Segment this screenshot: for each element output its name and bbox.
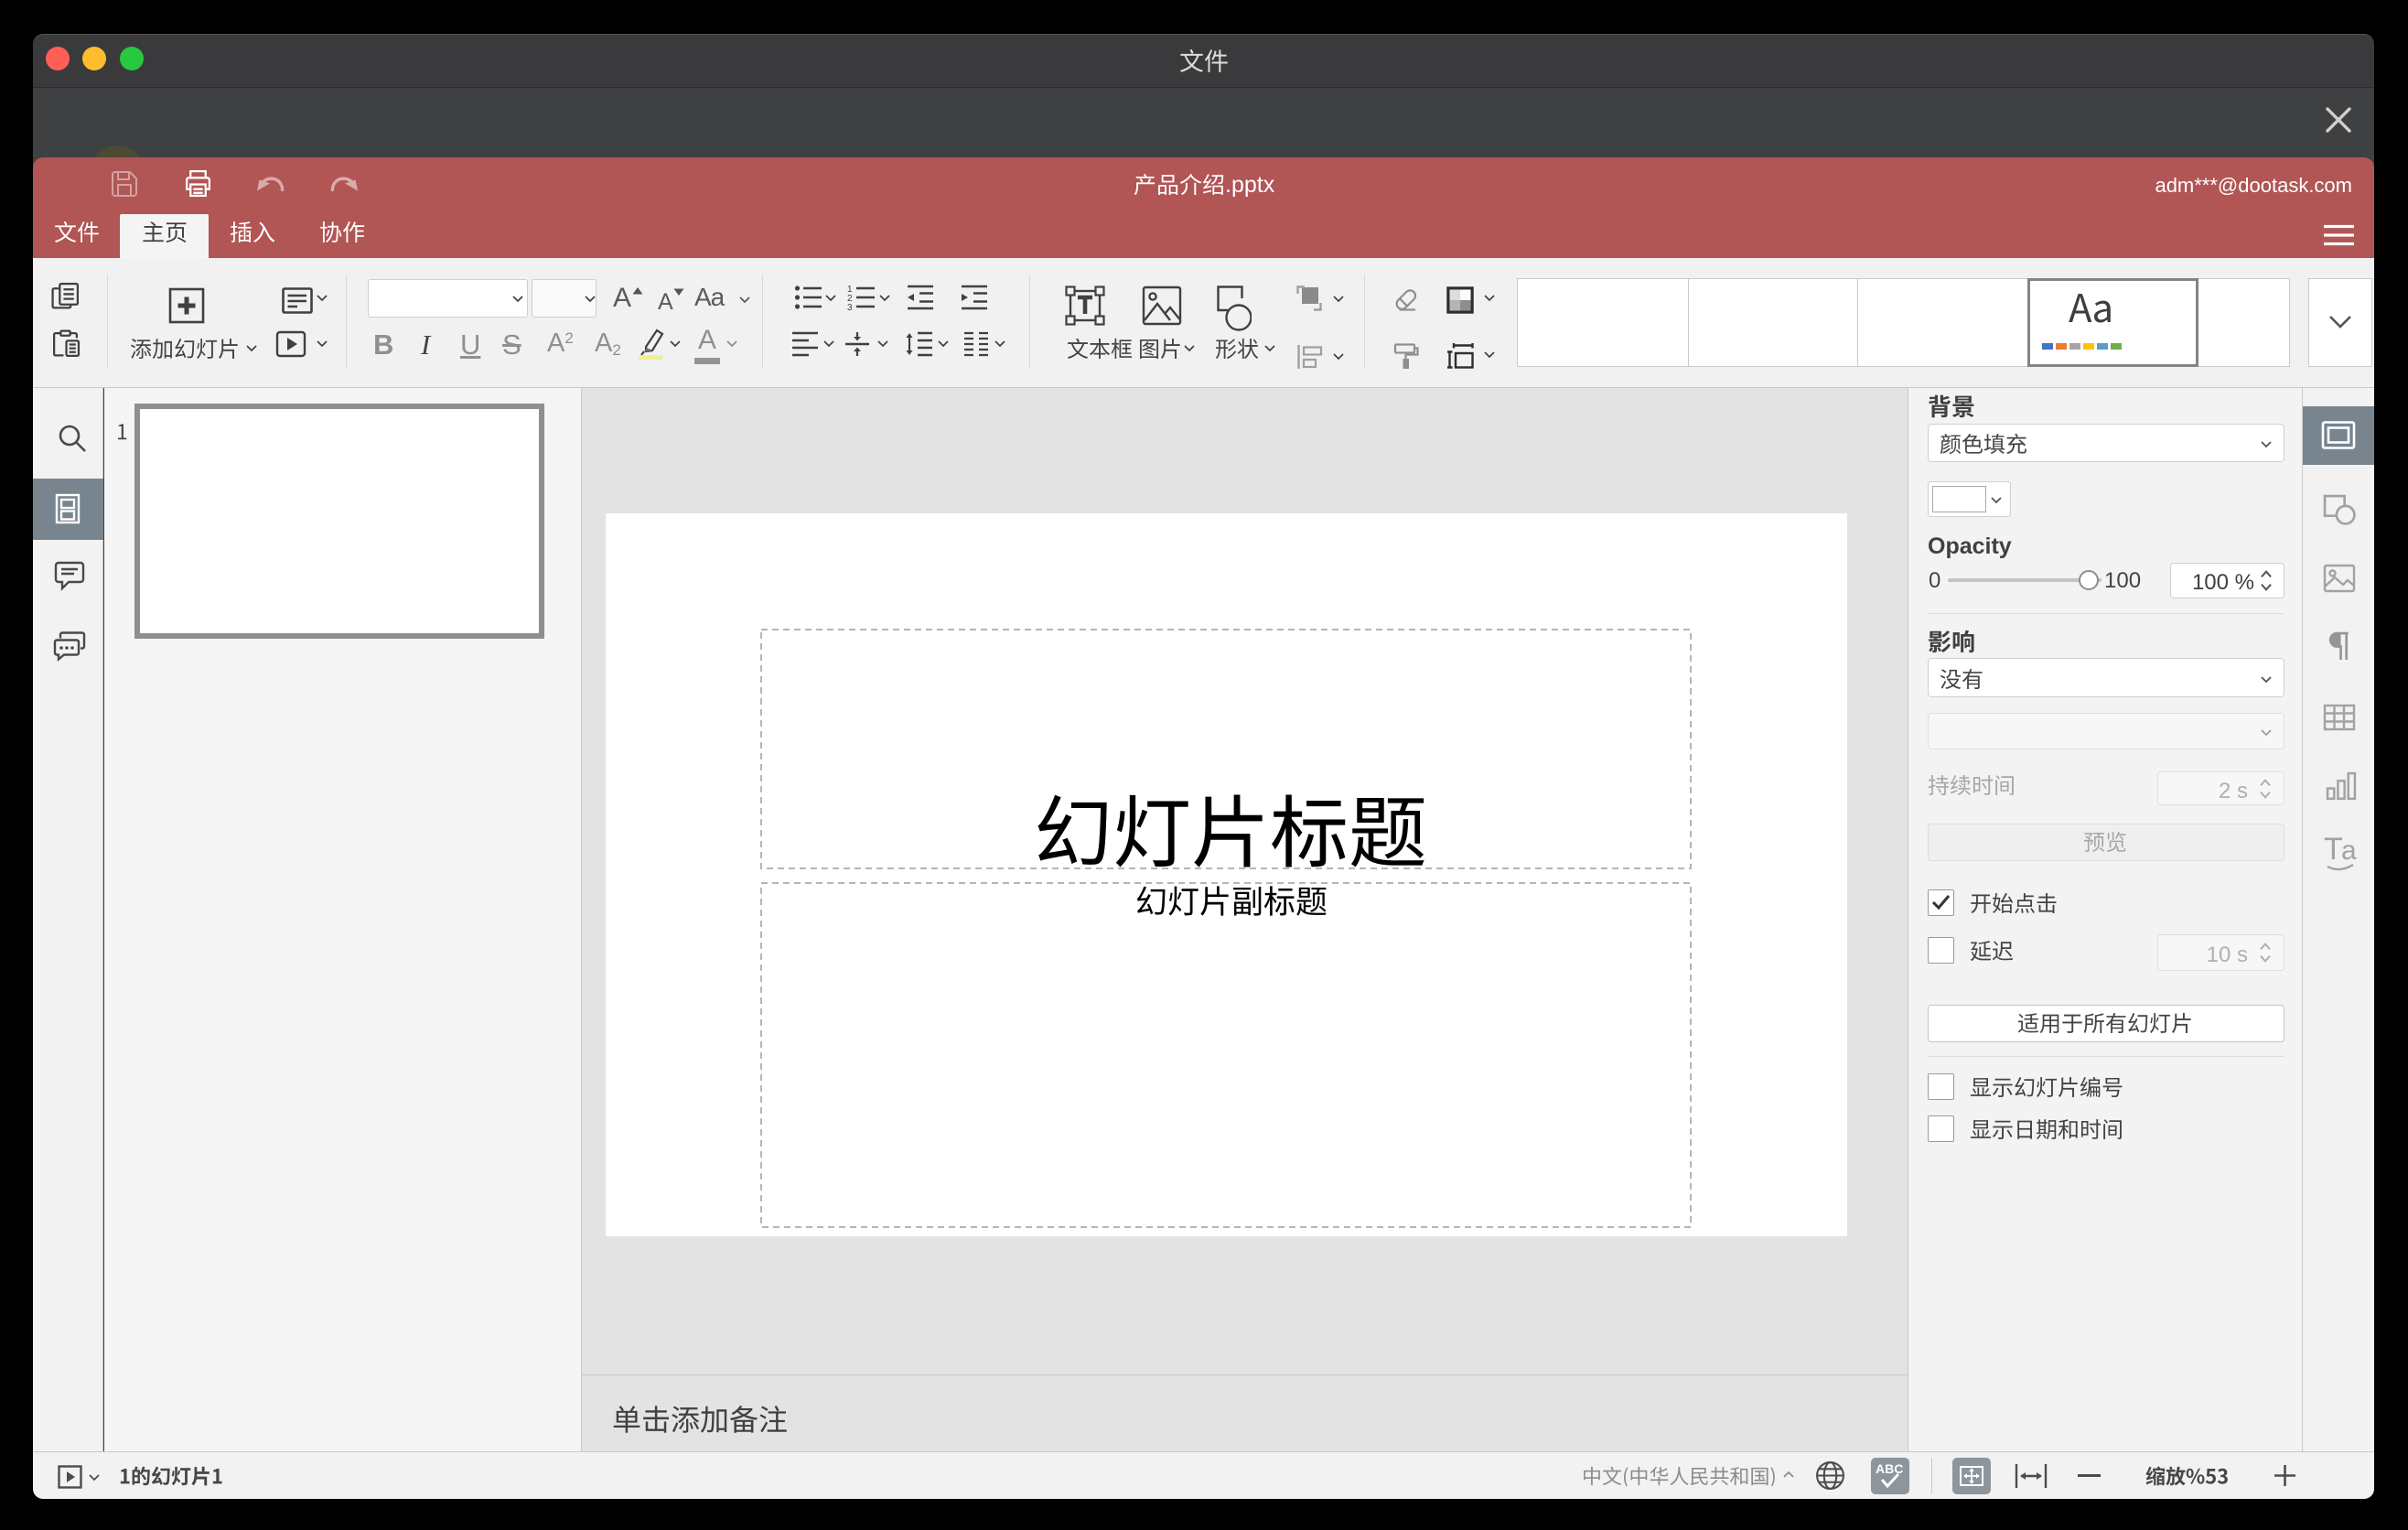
svg-text:3: 3 — [847, 303, 853, 311]
svg-text:a: a — [2341, 836, 2357, 866]
svg-text:ABC: ABC — [1876, 1461, 1903, 1476]
svg-text:T: T — [2324, 836, 2343, 867]
